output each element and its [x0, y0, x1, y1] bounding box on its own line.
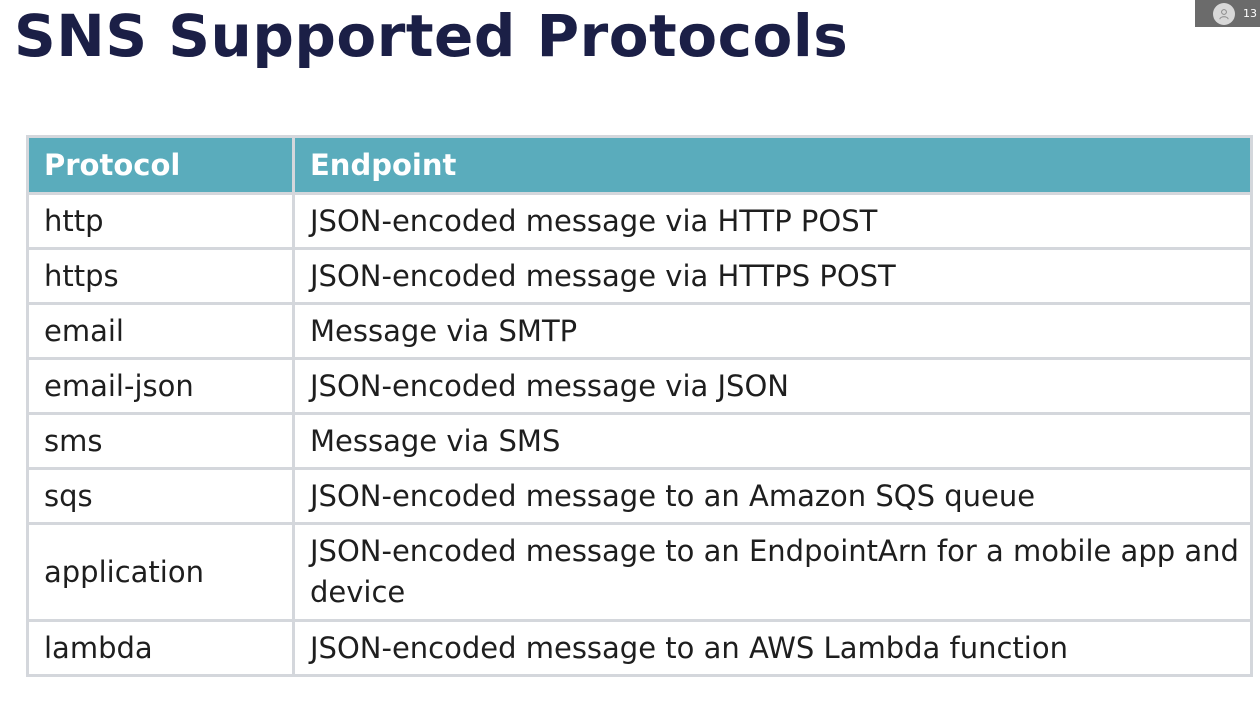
- table-row: sms Message via SMS: [26, 412, 1253, 470]
- endpoint-cell: JSON-encoded message to an AWS Lambda fu…: [292, 619, 1253, 677]
- endpoint-cell: JSON-encoded message via JSON: [292, 357, 1253, 415]
- table-row: application JSON-encoded message to an E…: [26, 522, 1253, 622]
- table-row: sqs JSON-encoded message to an Amazon SQ…: [26, 467, 1253, 525]
- presenter-badge[interactable]: 13: [1195, 0, 1260, 27]
- protocol-cell: sqs: [26, 467, 295, 525]
- protocol-cell: email-json: [26, 357, 295, 415]
- table-row: https JSON-encoded message via HTTPS POS…: [26, 247, 1253, 305]
- protocol-cell: email: [26, 302, 295, 360]
- protocol-column-header: Protocol: [26, 135, 295, 195]
- endpoint-cell: Message via SMTP: [292, 302, 1253, 360]
- table-header-row: Protocol Endpoint: [26, 135, 1253, 195]
- endpoint-cell: JSON-encoded message to an EndpointArn f…: [292, 522, 1253, 622]
- endpoint-cell: JSON-encoded message via HTTP POST: [292, 192, 1253, 250]
- endpoint-cell: Message via SMS: [292, 412, 1253, 470]
- table-row: lambda JSON-encoded message to an AWS La…: [26, 619, 1253, 677]
- slide-title: SNS Supported Protocols: [14, 2, 849, 70]
- table-row: email Message via SMTP: [26, 302, 1253, 360]
- person-icon: [1213, 2, 1235, 25]
- endpoint-cell: JSON-encoded message to an Amazon SQS qu…: [292, 467, 1253, 525]
- protocol-table: Protocol Endpoint http JSON-encoded mess…: [26, 135, 1253, 677]
- protocol-cell: application: [26, 522, 295, 622]
- protocol-cell: https: [26, 247, 295, 305]
- presenter-badge-text: 13: [1243, 7, 1257, 20]
- table-row: http JSON-encoded message via HTTP POST: [26, 192, 1253, 250]
- endpoint-column-header: Endpoint: [292, 135, 1253, 195]
- protocol-cell: lambda: [26, 619, 295, 677]
- protocol-cell: http: [26, 192, 295, 250]
- table-row: email-json JSON-encoded message via JSON: [26, 357, 1253, 415]
- protocol-cell: sms: [26, 412, 295, 470]
- endpoint-cell: JSON-encoded message via HTTPS POST: [292, 247, 1253, 305]
